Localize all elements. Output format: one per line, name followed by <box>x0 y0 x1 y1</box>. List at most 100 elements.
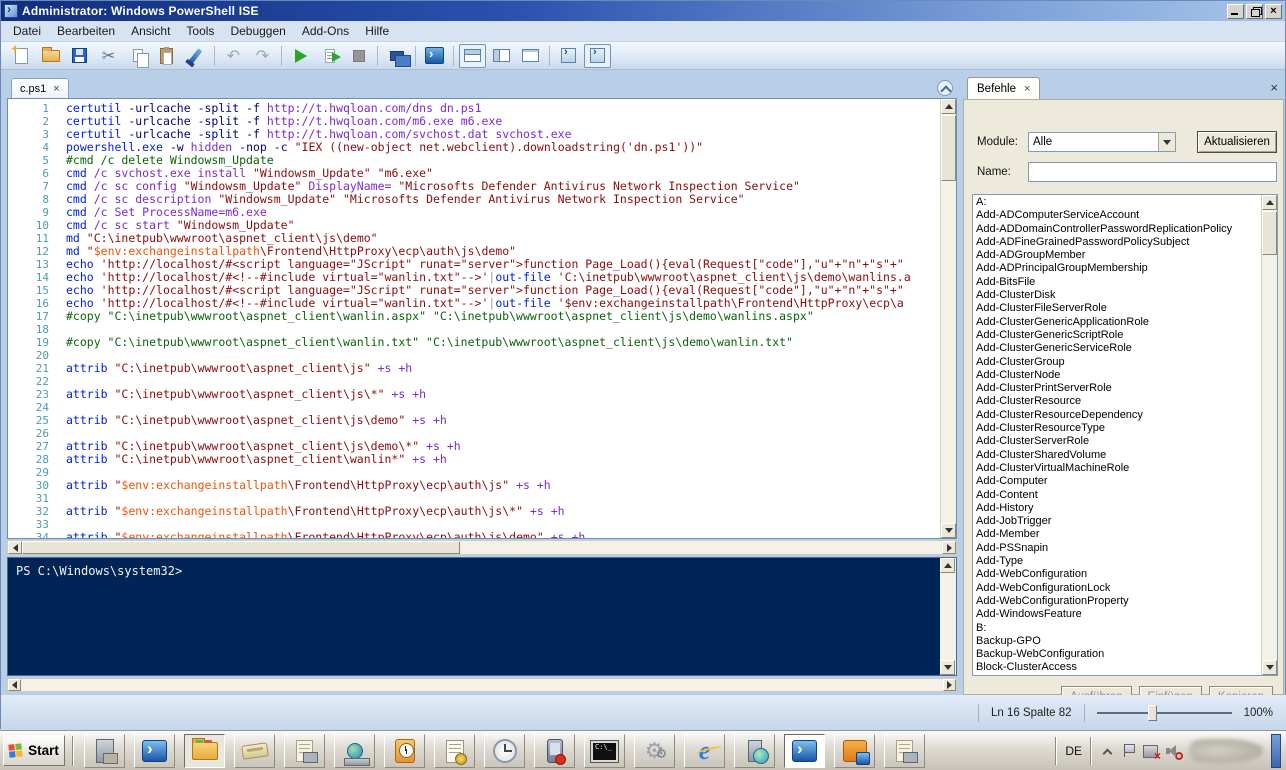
layout-script-top-icon[interactable] <box>459 43 486 68</box>
code-line[interactable]: attrib "C:\inetpub\wwwroot\aspnet_client… <box>66 388 940 401</box>
device-alert-icon[interactable] <box>534 734 575 768</box>
command-item[interactable]: Add-Type <box>973 555 1261 568</box>
name-input[interactable] <box>1028 162 1277 182</box>
run-selection-icon[interactable] <box>316 44 343 68</box>
dns-server-icon[interactable] <box>734 734 775 768</box>
scroll-thumb[interactable] <box>1262 211 1277 255</box>
console-horizontal-scrollbar[interactable] <box>7 678 957 692</box>
command-item[interactable]: Add-WindowsFeature <box>973 608 1261 621</box>
code-line[interactable]: attrib "C:\inetpub\wwwroot\aspnet_client… <box>66 453 940 466</box>
command-item[interactable]: Add-ClusterFileServerRole <box>973 302 1261 315</box>
script-tab[interactable]: c.ps1 × <box>11 78 69 98</box>
scroll-left-icon[interactable] <box>8 541 22 554</box>
code-line[interactable]: #copy "C:\inetpub\wwwroot\aspnet_client\… <box>66 336 940 349</box>
command-item[interactable]: Add-ClusterGenericApplicationRole <box>973 316 1261 329</box>
menu-item-ansicht[interactable]: Ansicht <box>123 21 178 41</box>
save-icon[interactable] <box>66 44 93 68</box>
show-desktop-button[interactable] <box>1271 734 1281 768</box>
copy-icon[interactable] <box>124 44 151 68</box>
command-item[interactable]: Add-ADFineGrainedPasswordPolicySubject <box>973 236 1261 249</box>
windows-explorer-icon[interactable] <box>184 734 225 768</box>
code-line[interactable]: attrib "$env:exchangeinstallpath\Fronten… <box>66 505 940 518</box>
editor-vertical-scrollbar[interactable] <box>940 99 956 538</box>
language-indicator[interactable]: DE <box>1065 744 1082 758</box>
command-item[interactable]: Backup-GPO <box>973 635 1261 648</box>
layout-script-max-icon[interactable] <box>517 44 544 68</box>
module-dropdown[interactable]: Alle <box>1028 132 1176 152</box>
collapse-script-pane-icon[interactable] <box>937 80 953 96</box>
command-item[interactable]: Add-JobTrigger <box>973 515 1261 528</box>
powershell-ise-taskbar-icon[interactable] <box>784 734 825 768</box>
command-item[interactable]: Add-WebConfigurationProperty <box>973 595 1261 608</box>
commands-vertical-scrollbar[interactable] <box>1261 195 1277 675</box>
undo-icon[interactable] <box>220 44 247 68</box>
command-item[interactable]: B: <box>973 622 1261 635</box>
command-item[interactable]: Add-BitsFile <box>973 276 1261 289</box>
command-item[interactable]: Add-ADPrincipalGroupMembership <box>973 262 1261 275</box>
code-line[interactable]: attrib "C:\inetpub\wwwroot\aspnet_client… <box>66 414 940 427</box>
addon-panel-close-icon[interactable]: × <box>1270 80 1278 95</box>
minimize-button[interactable] <box>1227 3 1244 19</box>
show-hidden-icons-icon[interactable] <box>1100 743 1114 759</box>
editor-code[interactable]: certutil -urlcache -split -f http://t.hw… <box>60 99 940 539</box>
certificates-icon[interactable] <box>434 734 475 768</box>
start-button[interactable]: Start <box>3 735 65 766</box>
console-prompt[interactable]: PS C:\Windows\system32> <box>16 564 182 578</box>
redo-icon[interactable] <box>249 44 276 68</box>
tray-clock-area[interactable] <box>1189 739 1263 763</box>
command-item[interactable]: Add-ClusterResource <box>973 395 1261 408</box>
commands-tab[interactable]: Befehle × <box>967 77 1041 99</box>
dropdown-arrow-icon[interactable] <box>1158 133 1175 151</box>
command-item[interactable]: Block-ClusterAccess <box>973 661 1261 674</box>
code-line[interactable]: attrib "C:\inetpub\wwwroot\aspnet_client… <box>66 362 940 375</box>
menu-item-tools[interactable]: Tools <box>178 21 222 41</box>
command-item[interactable]: Add-ClusterPrintServerRole <box>973 382 1261 395</box>
script-editor[interactable]: 1 2 3 4 5 6 7 8 9 10 11 12 13 14 15 16 17 18 19 20 21 22 23 24 2… <box>7 98 957 539</box>
code-line[interactable]: attrib "$env:exchangeinstallpath\Fronten… <box>66 531 940 539</box>
management-console-icon[interactable] <box>884 734 925 768</box>
disk-error-icon[interactable] <box>1143 744 1161 763</box>
command-item[interactable]: Add-ClusterResourceType <box>973 422 1261 435</box>
volume-muted-icon[interactable] <box>1166 744 1183 760</box>
menu-item-add-ons[interactable]: Add-Ons <box>294 21 357 41</box>
internet-explorer-icon[interactable] <box>684 734 725 768</box>
commands-tab-close-icon[interactable]: × <box>1024 83 1030 94</box>
scroll-left-icon[interactable] <box>8 679 21 691</box>
scroll-up-icon[interactable] <box>941 99 956 114</box>
command-item[interactable]: Backup-WebConfiguration <box>973 648 1261 661</box>
paste-icon[interactable] <box>153 44 180 68</box>
stop-execution-icon[interactable] <box>345 44 372 68</box>
new-script-icon[interactable] <box>8 44 35 68</box>
start-powershell-icon[interactable] <box>421 44 448 68</box>
command-item[interactable]: Add-PSSnapin <box>973 542 1261 555</box>
command-item[interactable]: Add-ClusterServerRole <box>973 435 1261 448</box>
clear-console-icon[interactable] <box>182 44 209 68</box>
command-item[interactable]: Add-WebConfigurationLock <box>973 582 1261 595</box>
command-item[interactable]: Add-ClusterDisk <box>973 289 1261 302</box>
command-item[interactable]: Add-ClusterGenericScriptRole <box>973 329 1261 342</box>
open-script-icon[interactable] <box>37 44 64 68</box>
command-item[interactable]: Add-WebConfiguration <box>973 568 1261 581</box>
server-roles-icon[interactable] <box>284 734 325 768</box>
zoom-slider[interactable] <box>1096 704 1232 722</box>
command-item[interactable]: Add-ClusterNode <box>973 369 1261 382</box>
command-prompt-icon[interactable]: C:\_ <box>584 734 625 768</box>
command-item[interactable]: Add-History <box>973 502 1261 515</box>
console-vertical-scrollbar[interactable] <box>940 558 956 675</box>
scroll-up-icon[interactable] <box>1262 195 1277 210</box>
cut-icon[interactable] <box>95 44 122 68</box>
refresh-button[interactable]: Aktualisieren <box>1197 131 1277 153</box>
system-components-icon[interactable] <box>634 734 675 768</box>
zoom-slider-thumb[interactable] <box>1147 704 1157 721</box>
command-item[interactable]: Add-ADComputerServiceAccount <box>973 209 1261 222</box>
command-item[interactable]: A: <box>973 196 1261 209</box>
scroll-right-icon[interactable] <box>942 541 956 554</box>
command-item[interactable]: Add-ClusterSharedVolume <box>973 449 1261 462</box>
layout-script-right-icon[interactable] <box>488 44 515 68</box>
action-center-flag-icon[interactable] <box>1122 743 1135 759</box>
editor-horizontal-scrollbar[interactable] <box>7 540 957 555</box>
command-addon-toggle-icon[interactable] <box>584 43 611 68</box>
command-item[interactable]: Add-Computer <box>973 475 1261 488</box>
scroll-down-icon[interactable] <box>940 660 955 675</box>
command-item[interactable]: Add-Member <box>973 528 1261 541</box>
